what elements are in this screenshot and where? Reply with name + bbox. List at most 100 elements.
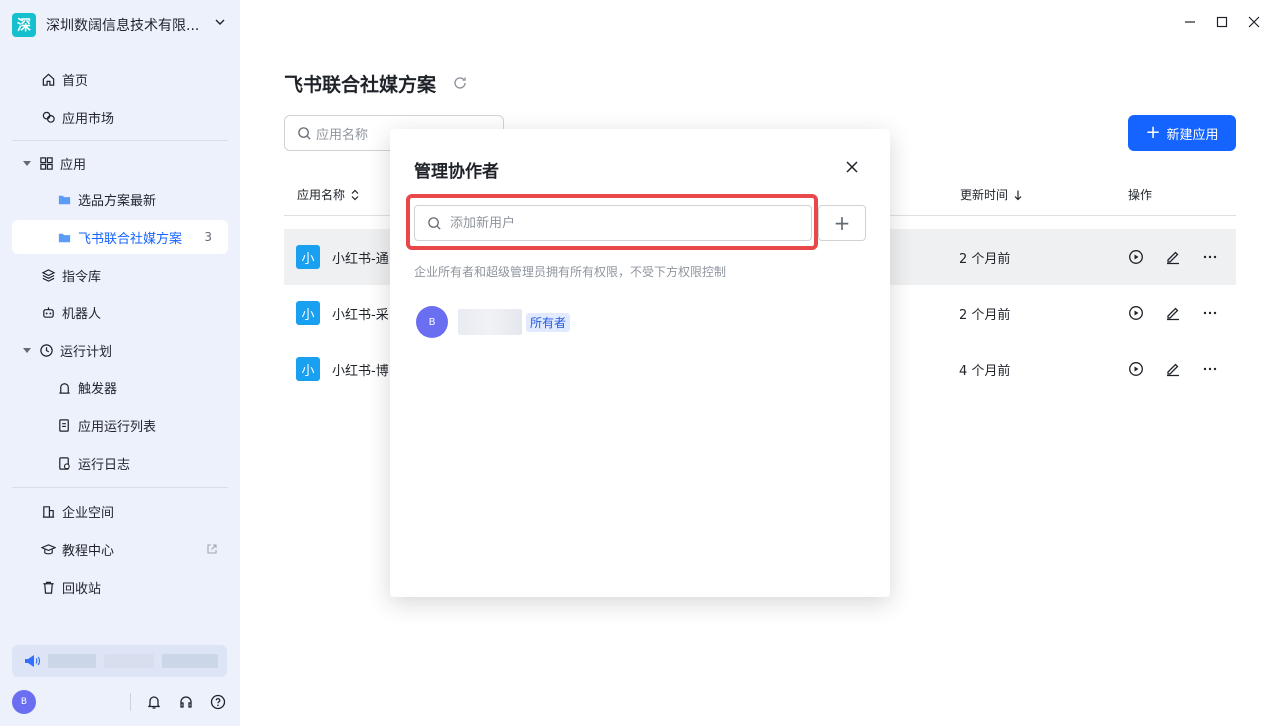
run-icon[interactable] — [1127, 248, 1145, 266]
sidebar: 深 深圳数阔信息技术有限... 首页 应用市场 应用 选品方案最新 飞书联合社媒… — [0, 0, 240, 726]
folder-icon — [56, 229, 72, 245]
add-user-button[interactable]: + — [818, 205, 866, 241]
caret-down-icon[interactable] — [22, 345, 32, 355]
org-switcher[interactable]: 深 深圳数阔信息技术有限... — [12, 10, 230, 40]
avatar[interactable]: B — [12, 690, 36, 714]
caret-down-icon[interactable] — [22, 158, 32, 168]
sidebar-item-label: 飞书联合社媒方案 — [78, 231, 183, 247]
column-label: 操作 — [1128, 188, 1153, 202]
app-updated-time: 2 个月前 — [959, 308, 1011, 323]
column-header-name[interactable]: 应用名称 — [297, 186, 361, 203]
search-icon — [428, 216, 441, 230]
sidebar-item-label: 应用运行列表 — [78, 419, 157, 435]
external-link-icon — [207, 544, 217, 554]
dialog-title: 管理协作者 — [414, 162, 499, 182]
layers-icon — [40, 267, 56, 283]
edit-icon[interactable] — [1164, 360, 1182, 378]
page-title: 飞书联合社媒方案 — [284, 74, 437, 96]
divider — [12, 140, 228, 141]
divider — [130, 693, 131, 711]
edit-icon[interactable] — [1164, 248, 1182, 266]
sidebar-item-enterprise[interactable]: 企业空间 — [12, 494, 228, 528]
sidebar-item-label: 回收站 — [62, 581, 102, 597]
edit-icon[interactable] — [1164, 304, 1182, 322]
app-name[interactable]: 小红书-博 — [332, 360, 390, 379]
sidebar-item-label: 首页 — [62, 73, 89, 89]
search-icon — [298, 126, 311, 140]
trash-icon — [40, 579, 56, 595]
sidebar-item-label: 应用市场 — [62, 111, 115, 127]
sidebar-item-label: 机器人 — [62, 306, 102, 322]
sidebar-item-label: 选品方案最新 — [78, 193, 157, 209]
sidebar-item-folder-2[interactable]: 飞书联合社媒方案 3 — [12, 220, 228, 254]
grid-icon — [38, 155, 54, 171]
app-badge: 小 — [296, 245, 320, 269]
sidebar-item-market[interactable]: 应用市场 — [12, 100, 228, 134]
column-label: 应用名称 — [297, 188, 346, 202]
sidebar-item-apps[interactable]: 应用 — [12, 146, 228, 180]
close-window-icon[interactable] — [1246, 14, 1262, 30]
org-logo: 深 — [12, 13, 36, 37]
minimize-icon[interactable] — [1182, 14, 1198, 30]
more-icon[interactable] — [1201, 248, 1219, 266]
sidebar-item-trigger[interactable]: 触发器 — [12, 370, 228, 404]
divider — [12, 487, 228, 488]
sidebar-item-tutorial[interactable]: 教程中心 — [12, 532, 228, 566]
app-badge: 小 — [296, 357, 320, 381]
close-icon[interactable] — [844, 159, 860, 175]
sidebar-footer: B — [12, 690, 228, 714]
chevron-down-icon[interactable] — [214, 16, 226, 28]
announcement-text-redacted — [104, 654, 154, 668]
refresh-icon[interactable] — [452, 75, 468, 91]
sidebar-item-robot[interactable]: 机器人 — [12, 295, 228, 329]
folder-icon — [56, 191, 72, 207]
app-name[interactable]: 小红书-采 — [332, 304, 390, 323]
new-app-label: 新建应用 — [1166, 127, 1219, 143]
list-icon — [56, 417, 72, 433]
graduation-icon — [40, 541, 56, 557]
run-icon[interactable] — [1127, 360, 1145, 378]
new-app-button[interactable]: + 新建应用 — [1128, 115, 1236, 151]
sidebar-item-folder-1[interactable]: 选品方案最新 — [12, 182, 228, 216]
sidebar-item-run-log[interactable]: 运行日志 — [12, 446, 228, 480]
sidebar-item-schedule[interactable]: 运行计划 — [12, 333, 228, 367]
org-name: 深圳数阔信息技术有限... — [46, 18, 200, 34]
robot-icon — [40, 304, 56, 320]
avatar: B — [416, 306, 448, 338]
column-header-updated[interactable]: 更新时间 — [960, 186, 1024, 203]
app-name[interactable]: 小红书-通 — [332, 248, 390, 267]
announcement-bar[interactable] — [12, 645, 227, 677]
help-icon[interactable] — [209, 693, 227, 711]
folder-count: 3 — [204, 230, 212, 244]
sidebar-item-home[interactable]: 首页 — [12, 62, 228, 96]
sidebar-item-label: 触发器 — [78, 381, 118, 397]
add-user-input[interactable] — [414, 205, 812, 241]
sidebar-item-run-list[interactable]: 应用运行列表 — [12, 408, 228, 442]
sidebar-item-label: 指令库 — [62, 269, 102, 285]
column-header-actions: 操作 — [1128, 186, 1152, 203]
app-updated-time: 2 个月前 — [959, 252, 1011, 267]
more-icon[interactable] — [1201, 304, 1219, 322]
home-icon — [40, 71, 56, 87]
building-icon — [40, 503, 56, 519]
bell-icon[interactable] — [145, 693, 163, 711]
more-icon[interactable] — [1201, 360, 1219, 378]
plus-icon: + — [1145, 122, 1161, 143]
maximize-icon[interactable] — [1214, 14, 1230, 30]
permission-hint: 企业所有者和超级管理员拥有所有权限，不受下方权限控制 — [414, 265, 727, 279]
sidebar-item-trash[interactable]: 回收站 — [12, 570, 228, 604]
sidebar-item-commands[interactable]: 指令库 — [12, 258, 228, 292]
app-badge: 小 — [296, 301, 320, 325]
column-label: 更新时间 — [960, 188, 1009, 202]
sort-icon[interactable] — [349, 189, 361, 201]
clock-icon — [38, 342, 54, 358]
sort-desc-icon[interactable] — [1012, 189, 1024, 201]
owner-badge: 所有者 — [526, 312, 571, 332]
sidebar-item-label: 运行计划 — [60, 344, 113, 360]
sidebar-item-label: 运行日志 — [78, 457, 131, 473]
trigger-icon — [56, 379, 72, 395]
add-user-field[interactable] — [450, 215, 790, 231]
headset-icon[interactable] — [177, 693, 195, 711]
log-icon — [56, 455, 72, 471]
run-icon[interactable] — [1127, 304, 1145, 322]
